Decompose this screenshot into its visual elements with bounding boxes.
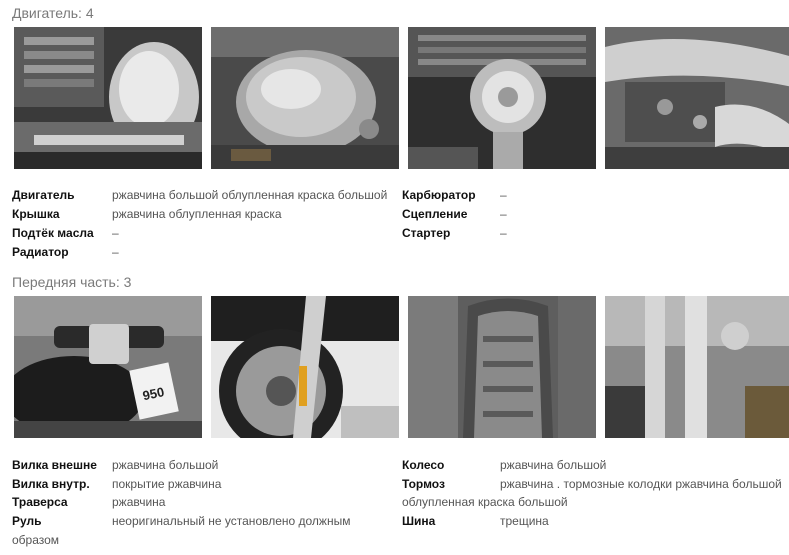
front-details-right: Колесо ржавчина большой Тормоз ржавчина …: [402, 456, 782, 536]
engine-details-right: Карбюратор – Сцепление – Стартер –: [402, 186, 772, 246]
engine-photo-1[interactable]: [14, 27, 202, 169]
front-details-left: Вилка внешне ржавчина большой Вилка внут…: [12, 456, 392, 551]
front-section-title: Передняя часть: 3: [12, 274, 132, 290]
detail-label: Вилка внутр.: [12, 477, 90, 491]
detail-label: Колесо: [402, 458, 445, 472]
engine-photo-3[interactable]: [408, 27, 596, 169]
detail-value: ржавчина большой: [112, 458, 219, 472]
detail-label: Подтёк масла: [12, 226, 94, 240]
detail-label: Траверса: [12, 495, 68, 509]
front-photo-3[interactable]: [408, 296, 596, 438]
detail-value: неоригинальный не установлено должным: [112, 514, 351, 528]
engine-details-left: Двигатель ржавчина большой облупленная к…: [12, 186, 392, 266]
engine-section-title: Двигатель: 4: [12, 5, 94, 21]
detail-value: ржавчина большой облупленная краска боль…: [112, 188, 388, 202]
detail-value: –: [500, 207, 507, 221]
detail-value: ржавчина . тормозные колодки ржавчина бо…: [500, 477, 782, 491]
detail-value: –: [500, 188, 507, 202]
engine-photo-row: [14, 27, 789, 169]
engine-photo-2[interactable]: [211, 27, 399, 169]
detail-value: –: [112, 226, 119, 240]
detail-value-continuation: образом: [12, 533, 60, 547]
detail-label: Тормоз: [402, 477, 445, 491]
engine-photo-4[interactable]: [605, 27, 789, 169]
front-photo-1[interactable]: 950: [14, 296, 202, 438]
detail-label: Карбюратор: [402, 188, 476, 202]
detail-label: Вилка внешне: [12, 458, 97, 472]
detail-value-continuation: облупленная краска большой: [402, 495, 568, 509]
detail-label: Крышка: [12, 207, 60, 221]
front-photo-row: 950: [14, 296, 789, 438]
detail-label: Двигатель: [12, 188, 75, 202]
detail-label: Стартер: [402, 226, 451, 240]
detail-value: ржавчина облупленная краска: [112, 207, 282, 221]
detail-label: Сцепление: [402, 207, 468, 221]
front-photo-2[interactable]: [211, 296, 399, 438]
detail-value: ржавчина большой: [500, 458, 607, 472]
detail-value: трещина: [500, 514, 549, 528]
detail-label: Радиатор: [12, 245, 69, 259]
detail-label: Шина: [402, 514, 436, 528]
detail-value: покрытие ржавчина: [112, 477, 222, 491]
detail-value: –: [500, 226, 507, 240]
front-photo-4[interactable]: [605, 296, 789, 438]
detail-value: ржавчина: [112, 495, 166, 509]
detail-value: –: [112, 245, 119, 259]
detail-label: Руль: [12, 514, 42, 528]
